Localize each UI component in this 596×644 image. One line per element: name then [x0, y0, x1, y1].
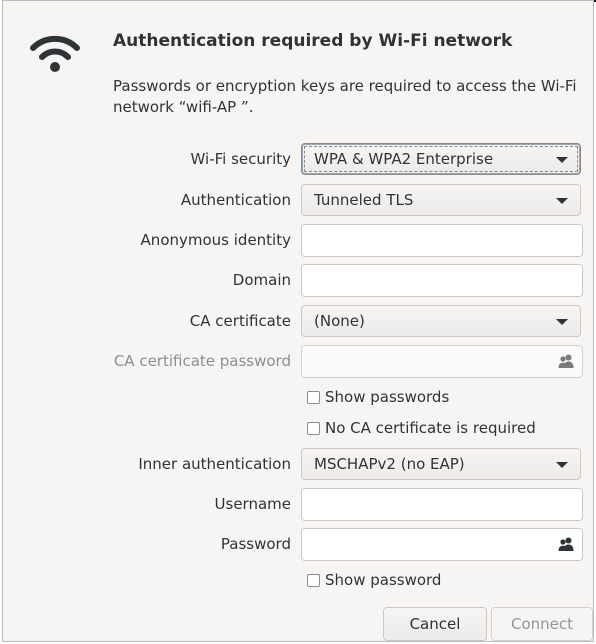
wifi-security-value: WPA & WPA2 Enterprise	[314, 150, 494, 168]
ca-certificate-combo[interactable]: (None)	[301, 305, 581, 337]
wifi-auth-dialog: Authentication required by Wi-Fi network…	[2, 0, 594, 642]
ca-certificate-label: CA certificate	[189, 312, 291, 330]
authentication-combo[interactable]: Tunneled TLS	[301, 184, 581, 216]
chevron-down-icon	[556, 319, 568, 325]
dialog-description: Passwords or encryption keys are require…	[113, 77, 577, 116]
wifi-icon	[30, 35, 80, 72]
username-input[interactable]	[301, 488, 583, 521]
show-passwords-checkbox[interactable]: Show passwords	[307, 388, 449, 406]
inner-authentication-label: Inner authentication	[138, 455, 291, 473]
show-password-label: Show password	[325, 571, 442, 589]
cancel-button[interactable]: Cancel	[383, 607, 487, 641]
chevron-down-icon	[556, 157, 568, 163]
ca-certificate-password-label: CA certificate password	[113, 352, 291, 370]
username-label: Username	[214, 495, 291, 513]
users-icon[interactable]	[557, 536, 575, 552]
checkbox-box[interactable]	[307, 421, 320, 435]
anonymous-identity-label: Anonymous identity	[140, 231, 291, 249]
ca-certificate-password-field	[301, 345, 583, 378]
chevron-down-icon	[556, 462, 568, 468]
password-label: Password	[220, 535, 291, 553]
checkbox-box[interactable]	[307, 390, 320, 404]
wifi-security-combo[interactable]: WPA & WPA2 Enterprise	[301, 143, 581, 175]
password-input[interactable]	[301, 528, 583, 561]
inner-authentication-value: MSCHAPv2 (no EAP)	[314, 455, 465, 473]
ca-certificate-value: (None)	[314, 312, 365, 330]
password-field	[301, 528, 583, 561]
inner-authentication-combo[interactable]: MSCHAPv2 (no EAP)	[301, 448, 581, 480]
checkbox-box[interactable]	[307, 573, 320, 587]
show-passwords-label: Show passwords	[325, 388, 450, 406]
authentication-label: Authentication	[180, 191, 291, 209]
domain-input[interactable]	[301, 264, 583, 297]
no-ca-required-checkbox[interactable]: No CA certificate is required	[307, 419, 536, 437]
show-password-checkbox[interactable]: Show password	[307, 571, 441, 589]
dialog-title: Authentication required by Wi-Fi network	[113, 31, 513, 51]
anonymous-identity-input[interactable]	[301, 224, 583, 257]
connect-button[interactable]: Connect	[491, 607, 593, 641]
chevron-down-icon	[556, 198, 568, 204]
users-icon[interactable]	[557, 353, 575, 369]
wifi-security-label: Wi-Fi security	[190, 150, 291, 168]
ca-certificate-password-input[interactable]	[301, 345, 583, 378]
domain-label: Domain	[232, 271, 291, 289]
no-ca-required-label: No CA certificate is required	[325, 419, 536, 437]
authentication-value: Tunneled TLS	[314, 191, 414, 209]
